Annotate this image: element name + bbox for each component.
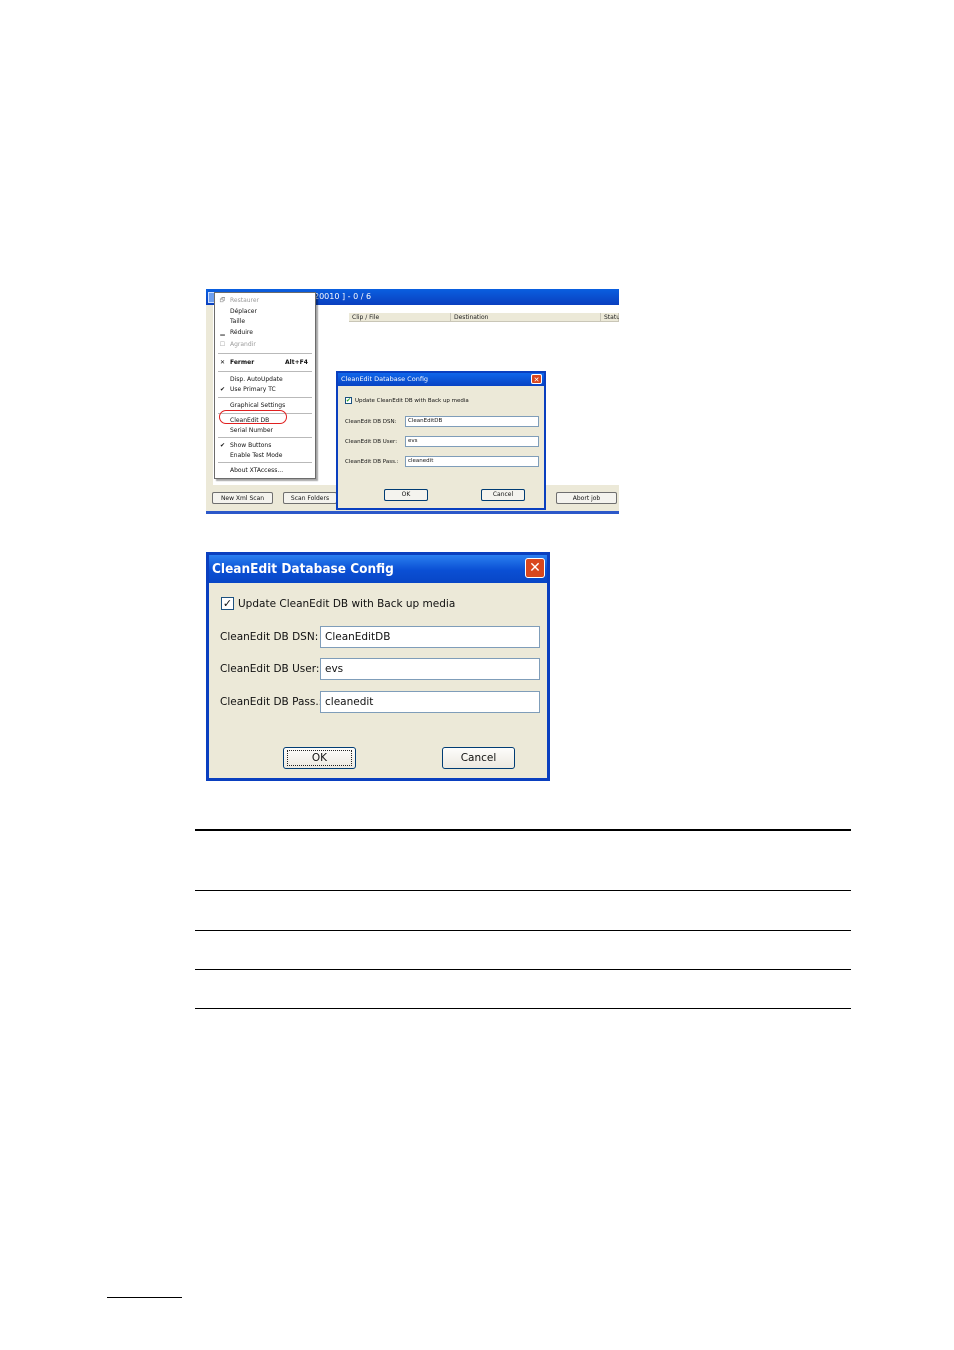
dialog-title: CleanEdit Database Config xyxy=(341,375,429,383)
menu-separator xyxy=(218,371,312,372)
menu-item-reduire[interactable]: Réduire xyxy=(230,329,253,337)
update-db-checkbox[interactable]: ✔ xyxy=(345,397,352,404)
update-db-checkbox[interactable]: ✓ xyxy=(221,597,234,610)
user-input[interactable]: evs xyxy=(320,658,540,680)
scan-folders-button[interactable]: Scan Folders xyxy=(283,492,337,504)
column-header-status[interactable]: Statu xyxy=(601,313,619,322)
ok-button-label: OK xyxy=(286,750,353,766)
menu-item-about-xtaccess[interactable]: About XTAccess... xyxy=(230,467,283,475)
highlight-oval-cleanedit-db xyxy=(219,410,287,424)
cleanedit-db-config-dialog-small: CleanEdit Database Config ✕ ✔ Update Cle… xyxy=(336,371,546,510)
user-label: CleanEdit DB User: xyxy=(345,439,398,445)
menu-item-agrandir[interactable]: Agrandir xyxy=(230,341,256,349)
table-row-rule xyxy=(195,890,851,891)
update-db-checkbox-label: Update CleanEdit DB with Back up media xyxy=(238,598,456,610)
menu-separator xyxy=(218,353,312,354)
window-title: 20010 ] - 0 / 6 xyxy=(314,292,372,301)
column-header-destination[interactable]: Destination xyxy=(451,313,601,322)
checkmark-icon: ✓ xyxy=(222,597,233,610)
dialog-title-bar[interactable]: CleanEdit Database Config xyxy=(209,555,547,583)
pass-label: CleanEdit DB Pass.: xyxy=(220,696,323,708)
table-bottom-rule xyxy=(195,1008,851,1009)
left-frame xyxy=(206,305,213,514)
menu-separator xyxy=(218,397,312,398)
footer-rule xyxy=(107,1297,182,1298)
cancel-button[interactable]: Cancel xyxy=(442,747,515,769)
table-row-rule xyxy=(195,930,851,931)
pass-input[interactable]: cleanedit xyxy=(320,691,540,713)
maximize-icon: ☐ xyxy=(219,341,226,348)
menu-accelerator-alt-f4: Alt+F4 xyxy=(285,359,308,366)
update-db-checkbox-label: Update CleanEdit DB with Back up media xyxy=(355,398,469,404)
menu-separator xyxy=(218,437,312,438)
dialog-title-bar[interactable]: CleanEdit Database Config xyxy=(338,373,544,386)
close-icon[interactable]: ✕ xyxy=(525,558,545,578)
menu-item-restaurer[interactable]: Restaurer xyxy=(230,297,259,305)
column-header-clip-file[interactable]: Clip / File xyxy=(349,313,451,322)
screenshot-xtaccess-context-menu: 20010 ] - 0 / 6 Clip / File Destination … xyxy=(206,289,619,514)
user-input[interactable]: evs xyxy=(405,436,539,447)
table-top-rule xyxy=(195,829,851,831)
dialog-title: CleanEdit Database Config xyxy=(212,561,394,577)
ok-button[interactable]: OK xyxy=(384,489,428,501)
close-icon[interactable]: ✕ xyxy=(531,374,542,384)
menu-separator xyxy=(218,462,312,463)
menu-item-serial-number[interactable]: Serial Number xyxy=(230,427,273,435)
menu-item-taille[interactable]: Taille xyxy=(230,318,245,326)
table-row-rule xyxy=(195,969,851,970)
system-context-menu: 🗗 Restaurer Déplacer Taille ▁ Réduire ☐ … xyxy=(214,292,316,479)
cleanedit-db-config-dialog: CleanEdit Database Config ✕ ✓ Update Cle… xyxy=(206,552,550,781)
menu-item-use-primary-tc[interactable]: Use Primary TC xyxy=(230,386,276,394)
menu-item-enable-test-mode[interactable]: Enable Test Mode xyxy=(230,452,282,460)
dsn-input[interactable]: CleanEditDB xyxy=(405,416,539,427)
close-icon: ✕ xyxy=(219,359,226,366)
cancel-button[interactable]: Cancel xyxy=(481,489,525,501)
abort-job-button[interactable]: Abort job xyxy=(556,492,617,504)
menu-item-show-buttons[interactable]: Show Buttons xyxy=(230,442,271,450)
dsn-label: CleanEdit DB DSN: xyxy=(345,419,397,425)
dsn-label: CleanEdit DB DSN: xyxy=(220,631,319,643)
minimize-icon: ▁ xyxy=(220,329,225,336)
pass-label: CleanEdit DB Pass.: xyxy=(345,459,399,465)
checkmark-icon: ✔ xyxy=(219,442,226,449)
menu-item-deplacer[interactable]: Déplacer xyxy=(230,308,257,316)
checkmark-icon: ✔ xyxy=(219,386,226,393)
restore-icon: 🗗 xyxy=(219,297,226,304)
window-bottom-border xyxy=(206,511,619,514)
menu-item-graphical-settings[interactable]: Graphical Settings xyxy=(230,402,285,410)
pass-input[interactable]: cleanedit xyxy=(405,456,539,467)
dsn-input[interactable]: CleanEditDB xyxy=(320,626,540,648)
menu-item-disp-autoupdate[interactable]: Disp. AutoUpdate xyxy=(230,376,283,384)
menu-item-fermer[interactable]: Fermer xyxy=(230,359,254,367)
user-label: CleanEdit DB User: xyxy=(220,663,320,675)
ok-button[interactable]: OK xyxy=(283,747,356,769)
new-xml-scan-button[interactable]: New Xml Scan xyxy=(212,492,273,504)
